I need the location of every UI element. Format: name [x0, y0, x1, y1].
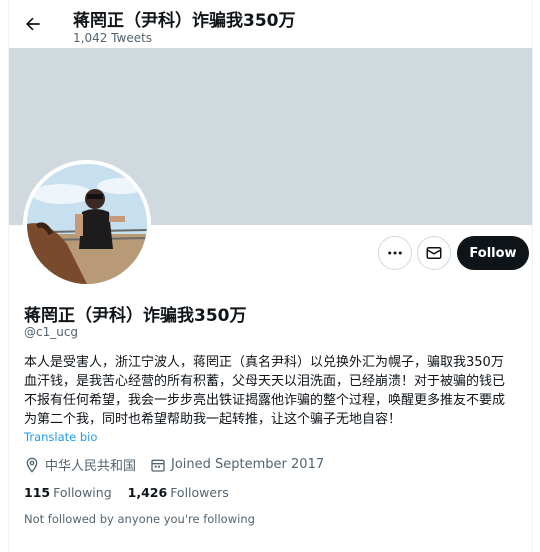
avatar[interactable]	[23, 160, 151, 288]
bio-line: 不报有任何希望，我会一步步亮出铁证揭露他诈骗的整个过程，唤醒更多推友不要成	[24, 393, 506, 408]
profile-location: 中华人民共和国	[45, 459, 137, 474]
profile-meta: 中华人民共和国 Joined September 2017	[24, 455, 324, 474]
followers-link[interactable]: 1,426 Followers	[128, 485, 229, 500]
following-label: Following	[53, 485, 112, 500]
more-button[interactable]	[378, 236, 412, 270]
message-button[interactable]	[417, 236, 451, 270]
following-count: 115	[24, 485, 51, 500]
back-arrow-icon[interactable]	[23, 14, 43, 34]
envelope-icon	[426, 247, 442, 259]
profile-page: 蒋罔正（尹科）诈骗我350万 1,042 Tweets Follow 蒋罔正（尹…	[8, 0, 533, 552]
followers-label: Followers	[170, 485, 229, 500]
top-bar: 蒋罔正（尹科）诈骗我350万 1,042 Tweets	[9, 0, 532, 48]
follow-button[interactable]: Follow	[457, 236, 529, 270]
profile-handle: @c1_ucg	[24, 325, 79, 339]
bio-line: 为第二个我，同时也希望帮助我一起转推，让这个骗子无地自容！	[24, 412, 402, 427]
calendar-icon	[151, 459, 165, 472]
bio-line: 本人是受害人，浙江宁波人，蒋罔正（真名尹科）以兑换外汇为幌子，骗取我350万	[24, 355, 504, 370]
profile-joined: Joined September 2017	[171, 457, 325, 472]
avatar-photo	[27, 164, 147, 284]
followers-count: 1,426	[127, 485, 168, 500]
more-icon	[388, 251, 402, 255]
following-link[interactable]: 115 Following	[24, 485, 112, 500]
bio-line: 血汗钱，是我苦心经营的所有积蓄，父母天天以泪洗面，已经崩溃！对于被骗的钱已	[24, 374, 506, 389]
follow-stats: 115 Following 1,426 Followers	[24, 485, 245, 500]
location-icon	[26, 457, 38, 473]
header-title: 蒋罔正（尹科）诈骗我350万	[73, 11, 296, 31]
profile-name: 蒋罔正（尹科）诈骗我350万	[24, 306, 247, 326]
profile-bio: 本人是受害人，浙江宁波人，蒋罔正（真名尹科）以兑换外汇为幌子，骗取我350万 血…	[24, 353, 524, 429]
not-followed-note: Not followed by anyone you're following	[24, 512, 255, 526]
translate-bio-link[interactable]: Translate bio	[24, 430, 97, 444]
tweet-count: 1,042 Tweets	[73, 31, 153, 45]
